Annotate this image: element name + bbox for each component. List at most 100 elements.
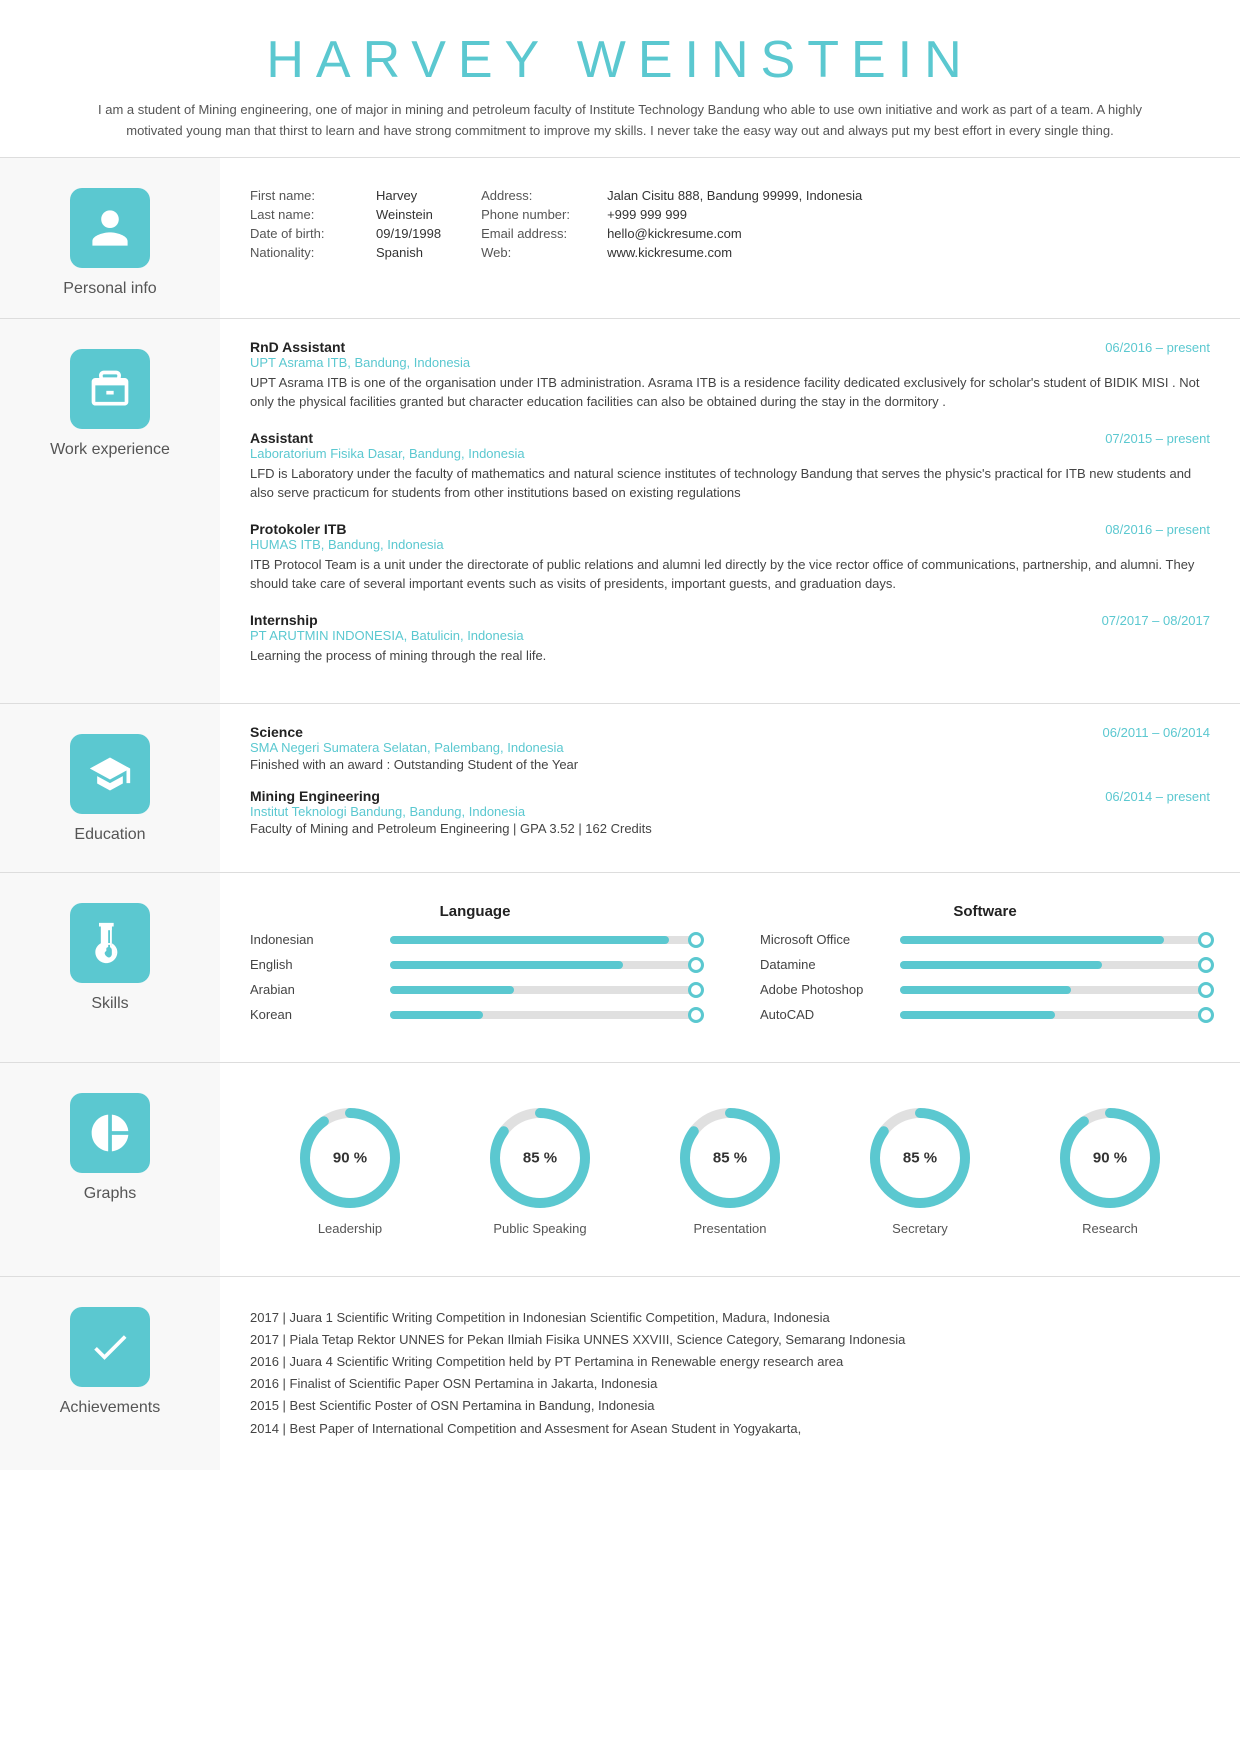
achievement-item-5: 2015 | Best Scientific Poster of OSN Per… (250, 1395, 1210, 1417)
donut-publicspeaking-label: 85 % (523, 1150, 557, 1167)
graph-presentation: 85 % Presentation (675, 1103, 785, 1236)
edu-mining: Mining Engineering 06/2014 – present Ins… (250, 788, 1210, 836)
skills-grid: Language Indonesian English (250, 893, 1210, 1042)
skill-photoshop-bar (900, 986, 1210, 994)
flask-icon (88, 921, 132, 965)
work-experience-section: Work experience RnD Assistant 06/2016 – … (0, 318, 1240, 704)
skill-autocad-fill (900, 1011, 1055, 1019)
skill-datamine-dot (1198, 957, 1214, 973)
graph-secretary-name: Secretary (892, 1221, 948, 1236)
candidate-bio: I am a student of Mining engineering, on… (80, 100, 1160, 142)
graph-leadership-name: Leadership (318, 1221, 382, 1236)
job-assistant-title: Assistant (250, 430, 313, 446)
edu-science-desc: Finished with an award : Outstanding Stu… (250, 757, 1210, 772)
achievements-label: Achievements (60, 1399, 161, 1417)
info-firstname: First name: Harvey (250, 188, 441, 203)
personal-col-right: Address: Jalan Cisitu 888, Bandung 99999… (481, 188, 862, 260)
achievements-content: 2017 | Juara 1 Scientific Writing Compet… (220, 1277, 1240, 1470)
personal-icon (70, 188, 150, 268)
info-nationality: Nationality: Spanish (250, 245, 441, 260)
work-content: RnD Assistant 06/2016 – present UPT Asra… (220, 319, 1240, 704)
briefcase-icon (88, 367, 132, 411)
achievement-item-1: 2017 | Juara 1 Scientific Writing Compet… (250, 1307, 1210, 1329)
graph-research-name: Research (1082, 1221, 1138, 1236)
firstname-label: First name: (250, 188, 370, 203)
email-value: hello@kickresume.com (607, 226, 742, 241)
header-section: HARVEY WEINSTEIN I am a student of Minin… (0, 0, 1240, 157)
info-lastname: Last name: Weinstein (250, 207, 441, 222)
email-label: Email address: (481, 226, 601, 241)
graph-secretary: 85 % Secretary (865, 1103, 975, 1236)
phone-label: Phone number: (481, 207, 601, 222)
skill-korean-name: Korean (250, 1007, 380, 1022)
achievements-text: 2017 | Juara 1 Scientific Writing Compet… (250, 1297, 1210, 1450)
personal-info-content: First name: Harvey Last name: Weinstein … (220, 158, 1240, 318)
donut-leadership: 90 % (295, 1103, 405, 1213)
job-rnd-title: RnD Assistant (250, 339, 345, 355)
job-protokoler: Protokoler ITB 08/2016 – present HUMAS I… (250, 521, 1210, 594)
info-address: Address: Jalan Cisitu 888, Bandung 99999… (481, 188, 862, 203)
job-internship-header: Internship 07/2017 – 08/2017 (250, 612, 1210, 628)
nationality-value: Spanish (376, 245, 423, 260)
graph-publicspeaking-name: Public Speaking (493, 1221, 586, 1236)
education-section: Education Science 06/2011 – 06/2014 SMA … (0, 703, 1240, 872)
skill-msoffice-name: Microsoft Office (760, 932, 890, 947)
edu-science-date: 06/2011 – 06/2014 (1103, 725, 1210, 740)
job-internship-desc: Learning the process of mining through t… (250, 646, 1210, 666)
work-label: Work experience (50, 441, 170, 459)
personal-left: Personal info (0, 158, 220, 318)
job-protokoler-title: Protokoler ITB (250, 521, 346, 537)
job-rnd-company: UPT Asrama ITB, Bandung, Indonesia (250, 355, 1210, 370)
skill-msoffice-bar (900, 936, 1210, 944)
job-assistant-date: 07/2015 – present (1105, 431, 1210, 446)
software-col: Software Microsoft Office Datamine (760, 903, 1210, 1032)
personal-label: Personal info (63, 280, 156, 298)
job-internship-company: PT ARUTMIN INDONESIA, Batulicin, Indones… (250, 628, 1210, 643)
skill-english: English (250, 957, 700, 972)
job-protokoler-company: HUMAS ITB, Bandung, Indonesia (250, 537, 1210, 552)
skill-datamine-fill (900, 961, 1102, 969)
graph-presentation-name: Presentation (694, 1221, 767, 1236)
skill-arabian: Arabian (250, 982, 700, 997)
skills-section: Skills Language Indonesian English (0, 872, 1240, 1062)
skill-photoshop-fill (900, 986, 1071, 994)
achievements-icon (70, 1307, 150, 1387)
skill-english-fill (390, 961, 623, 969)
info-email: Email address: hello@kickresume.com (481, 226, 862, 241)
pie-chart-icon (88, 1111, 132, 1155)
skill-msoffice-fill (900, 936, 1164, 944)
skill-autocad: AutoCAD (760, 1007, 1210, 1022)
graphs-content: 90 % Leadership 85 % Public Speaking (220, 1063, 1240, 1276)
skill-autocad-name: AutoCAD (760, 1007, 890, 1022)
candidate-name: HARVEY WEINSTEIN (60, 30, 1180, 90)
nationality-label: Nationality: (250, 245, 370, 260)
skill-indonesian-fill (390, 936, 669, 944)
checkmark-icon (88, 1325, 132, 1369)
work-icon (70, 349, 150, 429)
skill-arabian-bar (390, 986, 700, 994)
web-label: Web: (481, 245, 601, 260)
skill-arabian-dot (688, 982, 704, 998)
edu-mining-school: Institut Teknologi Bandung, Bandung, Ind… (250, 804, 1210, 819)
donut-presentation-label: 85 % (713, 1150, 747, 1167)
skills-content: Language Indonesian English (220, 873, 1240, 1062)
edu-science: Science 06/2011 – 06/2014 SMA Negeri Sum… (250, 724, 1210, 772)
job-rnd-desc: UPT Asrama ITB is one of the organisatio… (250, 373, 1210, 412)
job-rnd-header: RnD Assistant 06/2016 – present (250, 339, 1210, 355)
resume-page: HARVEY WEINSTEIN I am a student of Minin… (0, 0, 1240, 1470)
job-protokoler-desc: ITB Protocol Team is a unit under the di… (250, 555, 1210, 594)
skill-photoshop-name: Adobe Photoshop (760, 982, 890, 997)
achievement-item-4: 2016 | Finalist of Scientific Paper OSN … (250, 1373, 1210, 1395)
skill-korean: Korean (250, 1007, 700, 1022)
software-title: Software (760, 903, 1210, 920)
job-internship-title: Internship (250, 612, 318, 628)
graph-publicspeaking: 85 % Public Speaking (485, 1103, 595, 1236)
personal-info-grid: First name: Harvey Last name: Weinstein … (250, 178, 1210, 270)
achievement-item-2: 2017 | Piala Tetap Rektor UNNES for Peka… (250, 1329, 1210, 1351)
skill-photoshop: Adobe Photoshop (760, 982, 1210, 997)
education-label: Education (74, 826, 145, 844)
donut-research-label: 90 % (1093, 1150, 1127, 1167)
skill-indonesian: Indonesian (250, 932, 700, 947)
edu-mining-header: Mining Engineering 06/2014 – present (250, 788, 1210, 804)
info-dob: Date of birth: 09/19/1998 (250, 226, 441, 241)
